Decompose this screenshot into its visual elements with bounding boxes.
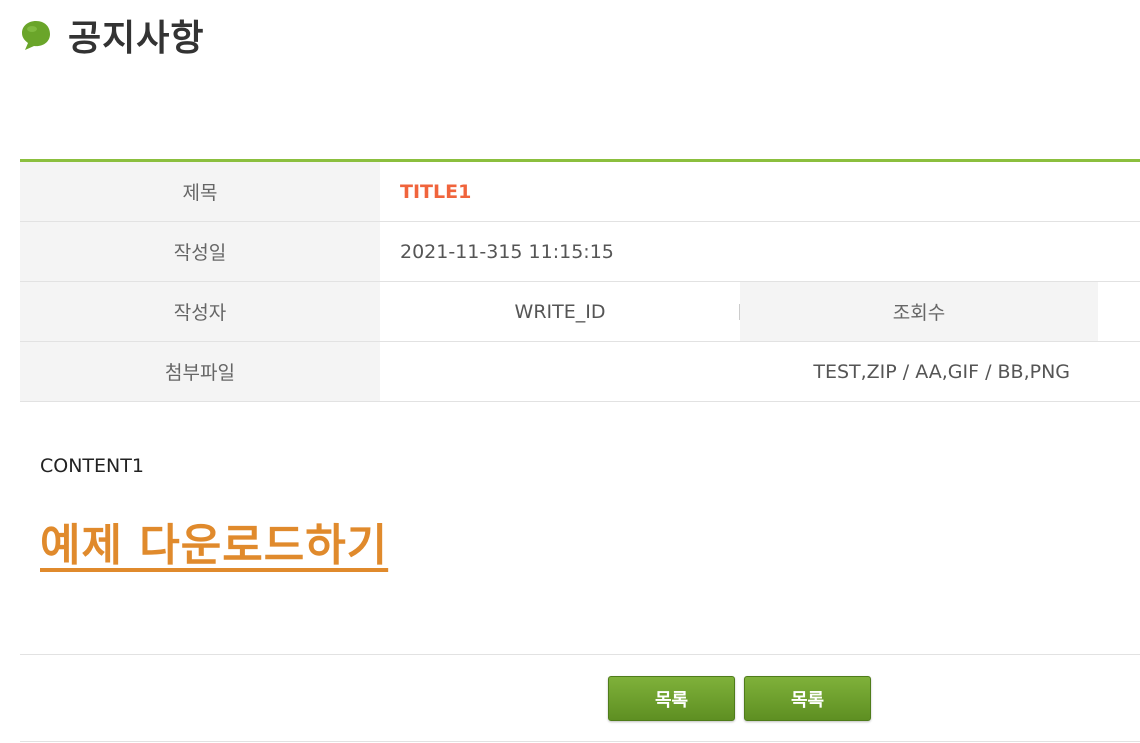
writer-row: 작성자 WRITE_ID 조회수 <box>20 281 1140 342</box>
date-label: 작성일 <box>20 221 380 282</box>
title-row: 제목 TITLE1 <box>20 160 1140 222</box>
attachment-label: 첨부파일 <box>20 341 380 402</box>
divider-bottom <box>20 741 1140 742</box>
download-link[interactable]: 예제 다운로드하기 <box>40 509 388 573</box>
writer-label: 작성자 <box>20 281 380 342</box>
page-title: 공지사항 <box>68 18 205 59</box>
writer-value: WRITE_ID <box>380 281 740 342</box>
list-button-2[interactable]: 목록 <box>744 676 871 721</box>
list-button-1[interactable]: 목록 <box>608 676 735 721</box>
date-row: 작성일 2021-11-315 11:15:15 <box>20 221 1140 282</box>
content-area: CONTENT1 예제 다운로드하기 <box>40 455 1120 573</box>
attachment-files[interactable]: TEST,ZIP / AA,GIF / BB,PNG <box>380 341 1140 402</box>
date-value: 2021-11-315 11:15:15 <box>380 221 1140 282</box>
title-value: TITLE1 <box>380 160 1140 222</box>
views-value <box>1098 281 1140 342</box>
button-row: 목록 목록 <box>608 676 871 721</box>
divider-top <box>20 654 1140 655</box>
page-header: 공지사항 <box>20 10 204 60</box>
views-label: 조회수 <box>740 281 1098 342</box>
attachment-row: 첨부파일 TEST,ZIP / AA,GIF / BB,PNG <box>20 341 1140 402</box>
content-text: CONTENT1 <box>40 455 144 477</box>
title-label: 제목 <box>20 160 380 222</box>
leaf-icon <box>22 21 50 50</box>
notice-detail-table: 제목 TITLE1 작성일 2021-11-315 11:15:15 작성자 W… <box>20 159 1140 402</box>
